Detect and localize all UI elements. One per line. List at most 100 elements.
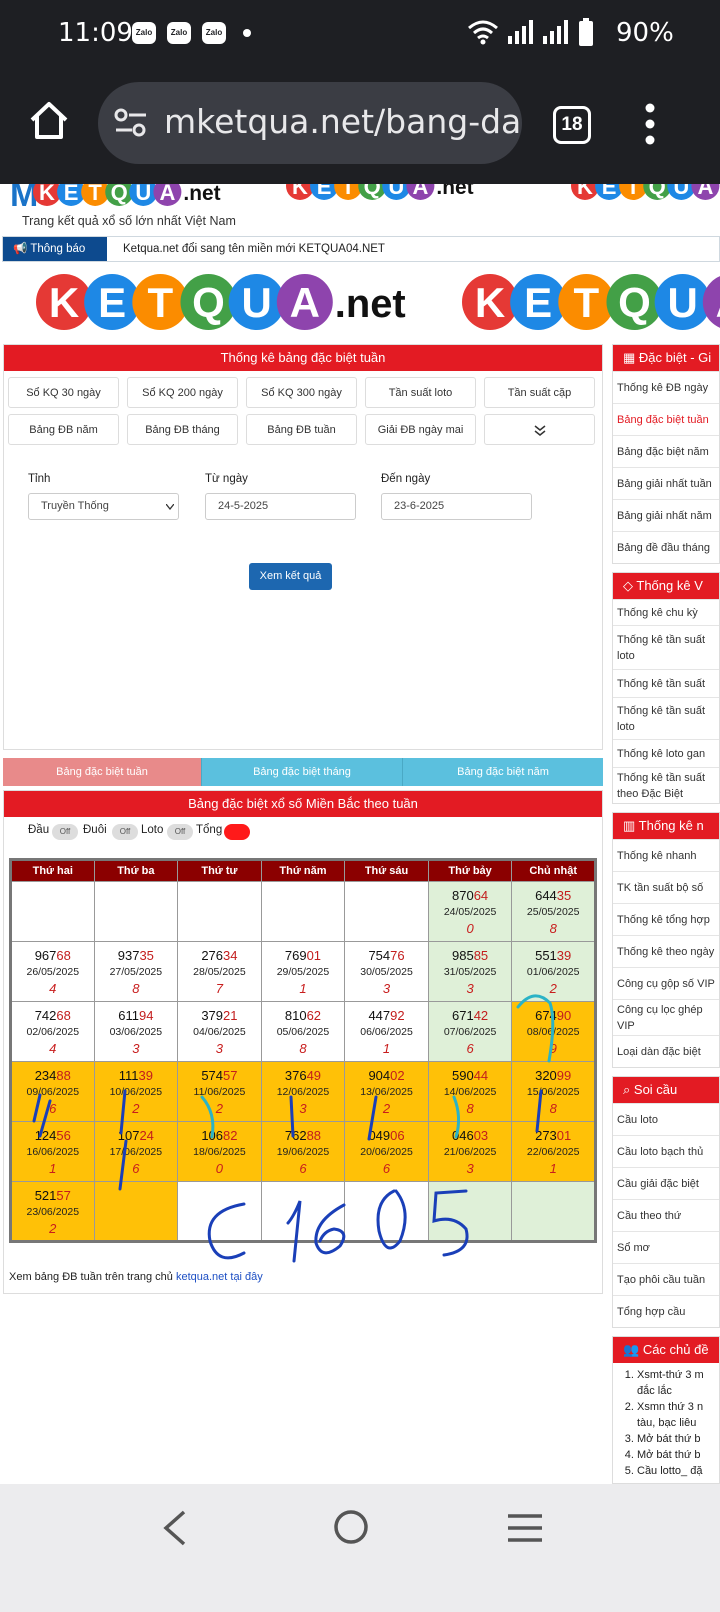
btn-so-kq-30[interactable]: Sổ KQ 30 ngày <box>8 377 119 408</box>
sidebar-link[interactable]: Cầu giải đặc biệt <box>613 1167 719 1199</box>
logo-letter: K <box>475 279 505 326</box>
logo-letter: Q <box>618 279 651 326</box>
recents-menu-icon[interactable] <box>506 1512 544 1544</box>
topic-link[interactable]: Xsmn thứ 3 n tàu, bạc liêu <box>637 1399 719 1431</box>
home-icon[interactable] <box>28 100 70 140</box>
more-options-icon[interactable] <box>642 102 658 146</box>
logo-letter: A <box>290 279 320 326</box>
sidebar-link[interactable]: Thống kê chu kỳ <box>613 599 719 625</box>
logo-letter: U <box>667 279 697 326</box>
home-circle-icon[interactable] <box>332 1508 370 1546</box>
logo-letter: K <box>292 184 308 199</box>
stats-buttons: Sổ KQ 30 ngày Sổ KQ 200 ngày Sổ KQ 300 n… <box>4 371 602 451</box>
handwritten-marks <box>32 994 555 1263</box>
sidebar-link[interactable]: Thống kê nhanh <box>613 839 719 871</box>
sidebar-link[interactable]: Thống kê tần suất <box>613 669 719 697</box>
btn-so-kq-300[interactable]: Sổ KQ 300 ngày <box>246 377 357 408</box>
users-icon: 👥 <box>623 1342 643 1357</box>
sidebar-link[interactable]: Thống kê theo ngày <box>613 935 719 967</box>
notice-bar: 📢 Thông báo Ketqua.net đổi sang tên miền… <box>2 236 720 262</box>
btn-giai-db-ngay-mai[interactable]: Giải ĐB ngày mai <box>365 414 476 445</box>
logo-letter: Q <box>192 279 225 326</box>
topic-list: Xsmt-thứ 3 m đắc lắcXsmn thứ 3 n tàu, bạ… <box>613 1363 719 1483</box>
sidebar-link[interactable]: Thống kê ĐB ngày <box>613 371 719 403</box>
logo-letter: A <box>159 184 175 205</box>
back-icon[interactable] <box>160 1510 192 1546</box>
wifi-icon <box>468 20 498 45</box>
logo-letter: Q <box>364 184 381 199</box>
logo-letter: Q <box>649 184 666 199</box>
sidebar-link[interactable]: Tạo phôi cầu tuần <box>613 1263 719 1295</box>
sidebar-link[interactable]: Cầu loto bạch thủ <box>613 1135 719 1167</box>
system-nav-bar <box>0 1484 720 1612</box>
sidebar-link[interactable]: Bảng giải nhất tuần <box>613 467 719 499</box>
tinh-select-value: Truyền Thống <box>41 500 109 512</box>
notice-text[interactable]: Ketqua.net đổi sang tên miền mới KETQUA0… <box>123 237 385 261</box>
btn-so-kq-200[interactable]: Sổ KQ 200 ngày <box>127 377 238 408</box>
expand-more-button[interactable] <box>484 414 595 445</box>
tab-yearly[interactable]: Bảng đặc biệt năm <box>402 758 603 786</box>
btn-tan-suat-cap[interactable]: Tần suất cặp <box>484 377 595 408</box>
topic-link[interactable]: Mở bát thứ b <box>637 1431 719 1447</box>
chevron-down-icon <box>166 504 174 510</box>
signal-icon <box>543 20 568 44</box>
battery-percent: 90% <box>616 18 674 48</box>
btn-tan-suat-loto[interactable]: Tần suất loto <box>365 377 476 408</box>
tab-switcher-button[interactable]: 18 <box>553 106 591 144</box>
sidebar: ▦ Đặc biệt - Gi Thống kê ĐB ngày Bảng đặc … <box>612 344 720 1492</box>
logo-letter: E <box>524 279 552 326</box>
search-icon: ⌕ <box>623 1082 634 1097</box>
sidebar-link[interactable]: Thống kê tần suất theo Đặc Biệt <box>613 767 719 803</box>
sidebar-link[interactable]: Công cụ gộp số VIP <box>613 967 719 999</box>
btn-bang-db-tuan[interactable]: Bảng ĐB tuần <box>246 414 357 445</box>
notice-label-text: Thông báo <box>30 243 86 255</box>
double-chevron-down-icon <box>534 425 545 436</box>
sidebar-link[interactable]: Thống kê tần suất loto <box>613 625 719 669</box>
megaphone-icon: 📢 <box>13 243 31 255</box>
sidebar-link[interactable]: Tổng hợp cầu <box>613 1295 719 1327</box>
tab-weekly[interactable]: Bảng đặc biệt tuần <box>3 758 201 786</box>
zalo-notification-icon: Zalo <box>202 22 226 44</box>
banner-logo-main: K E T Q U A .net <box>36 274 406 330</box>
header-logo-repeat: KETQUA.net <box>571 184 720 200</box>
sidebar-link[interactable]: Bảng đặc biệt tuần <box>613 403 719 435</box>
stats-panel-title: Thống kê bảng đặc biệt tuần <box>4 345 602 371</box>
logo-letter: E <box>602 184 617 199</box>
diamond-icon: ◇ <box>623 578 637 593</box>
sidebar-link[interactable]: Thống kê tần suất loto <box>613 697 719 739</box>
screen: 11:09 Zalo Zalo Zalo 90% mketqua.net/ban… <box>0 0 720 1612</box>
stats-panel: Thống kê bảng đặc biệt tuần Sổ KQ 30 ngà… <box>3 344 603 750</box>
to-date-input[interactable]: 23-6-2025 <box>381 493 532 520</box>
logo-letter: E <box>317 184 332 199</box>
ketqua-banner[interactable]: KETQUA.netKETQUA.net <box>0 264 720 344</box>
url-text[interactable]: mketqua.net/bang-dac <box>164 102 522 141</box>
btn-bang-db-nam[interactable]: Bảng ĐB năm <box>8 414 119 445</box>
sidebar-link[interactable]: Cầu theo thứ <box>613 1199 719 1231</box>
sidebar-link[interactable]: Công cụ lọc ghép VIP <box>613 999 719 1035</box>
sidebar-link[interactable]: Bảng đề đầu tháng <box>613 531 719 563</box>
sidebar-link[interactable]: Thống kê loto gan <box>613 739 719 767</box>
sidebar-link[interactable]: Bảng đặc biệt năm <box>613 435 719 467</box>
header-logo: K E T Q U A .net <box>33 184 221 206</box>
tinh-select[interactable]: Truyền Thống <box>28 493 179 520</box>
sidebar-link[interactable]: Cầu loto <box>613 1103 719 1135</box>
topic-link[interactable]: Xsmt-thứ 3 m đắc lắc <box>637 1367 719 1399</box>
sidebar-link[interactable]: Sổ mơ <box>613 1231 719 1263</box>
from-date-input[interactable]: 24-5-2025 <box>205 493 356 520</box>
logo-letter: Q <box>111 184 128 205</box>
sidebar-link[interactable]: Thống kê tổng hợp <box>613 903 719 935</box>
topic-link[interactable]: Cầu lotto_ đặ <box>637 1463 719 1479</box>
logo-letter: E <box>64 184 79 205</box>
topic-link[interactable]: Mở bát thứ b <box>637 1447 719 1463</box>
sidebar-link[interactable]: Loại dàn đặc biệt <box>613 1035 719 1067</box>
btn-bang-db-thang[interactable]: Bảng ĐB tháng <box>127 414 238 445</box>
main-content: Thống kê bảng đặc biệt tuần Sổ KQ 30 ngà… <box>3 344 603 1294</box>
site-settings-icon[interactable] <box>114 107 148 139</box>
tab-monthly[interactable]: Bảng đặc biệt tháng <box>201 758 402 786</box>
tinh-label: Tỉnh <box>28 473 51 485</box>
address-bar[interactable]: mketqua.net/bang-dac <box>98 82 522 164</box>
header-logo-repeat: KETQUA.net <box>286 184 474 200</box>
view-results-button[interactable]: Xem kết quả <box>249 563 332 590</box>
sidebar-link[interactable]: Bảng giải nhất năm <box>613 499 719 531</box>
sidebar-link[interactable]: TK tần suất bộ số <box>613 871 719 903</box>
